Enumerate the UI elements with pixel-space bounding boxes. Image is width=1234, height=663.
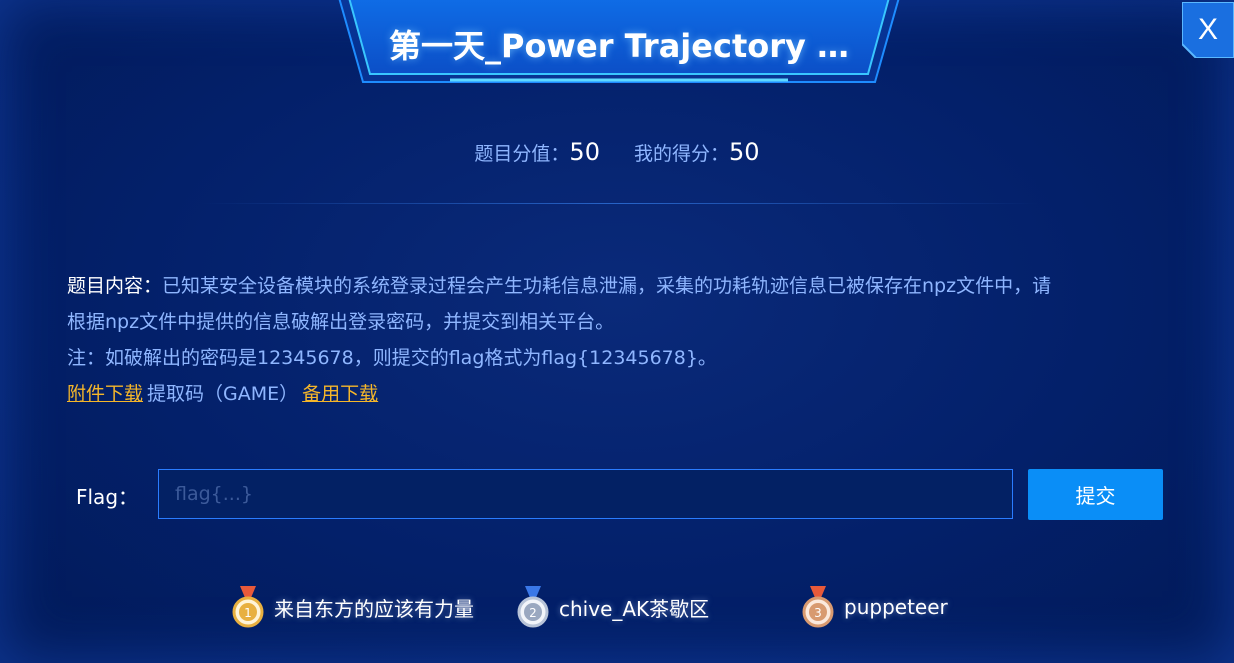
gold-medal-rank: 1 <box>244 606 252 620</box>
format-note: 注：如破解出的密码是12345678，则提交的flag格式为flag{12345… <box>67 347 717 369</box>
download-row: 附件下载 提取码（GAME） 备用下载 <box>67 376 1167 412</box>
submit-button[interactable]: 提交 <box>1028 469 1163 520</box>
flag-label: Flag： <box>76 485 139 509</box>
my-score-value: 50 <box>729 138 760 166</box>
gold-medal-icon: 1 <box>232 586 264 628</box>
challenge-title: 第一天_Power Trajectory … <box>388 27 850 65</box>
attachment-download-link[interactable]: 附件下载 <box>67 383 143 405</box>
description-text-2: 根据npz文件中提供的信息破解出登录密码，并提交到相关平台。 <box>67 311 615 333</box>
close-button[interactable]: X <box>1182 2 1234 58</box>
close-icon: X <box>1197 13 1218 46</box>
divider <box>200 203 1040 204</box>
my-score-label: 我的得分： <box>634 143 730 165</box>
leaderboard-entry-1: 1 来自东方的应该有力量 <box>230 586 474 628</box>
leaderboard-entry-3: 3 puppeteer <box>800 586 948 628</box>
silver-medal-rank: 2 <box>529 606 537 620</box>
description-text-1: 已知某安全设备模块的系统登录过程会产生功耗信息泄漏，采集的功耗轨迹信息已被保存在… <box>162 275 1052 297</box>
score-row: 题目分值：50 我的得分：50 <box>0 138 1234 166</box>
leaderboard-entry-2: 2 chive_AK茶歇区 <box>515 586 709 628</box>
leaderboard-name-1: 来自东方的应该有力量 <box>274 596 474 621</box>
bronze-medal-icon: 3 <box>802 586 834 628</box>
extract-code: 提取码（GAME） <box>147 383 299 405</box>
total-score-label: 题目分值： <box>474 143 570 165</box>
description-line-1: 题目内容：已知某安全设备模块的系统登录过程会产生功耗信息泄漏，采集的功耗轨迹信息… <box>67 268 1167 304</box>
title-banner: 第一天_Power Trajectory … <box>330 0 908 86</box>
total-score-value: 50 <box>569 138 600 166</box>
bronze-medal-rank: 3 <box>814 606 822 620</box>
description-label: 题目内容： <box>67 275 163 297</box>
flag-input[interactable] <box>158 469 1013 519</box>
backup-download-link[interactable]: 备用下载 <box>302 383 378 405</box>
leaderboard-name-3: puppeteer <box>844 595 948 619</box>
challenge-description: 题目内容：已知某安全设备模块的系统登录过程会产生功耗信息泄漏，采集的功耗轨迹信息… <box>67 268 1167 412</box>
silver-medal-icon: 2 <box>517 586 549 628</box>
leaderboard-name-2: chive_AK茶歇区 <box>559 596 710 621</box>
challenge-modal: 第一天_Power Trajectory … X 题目分值：50 我的得分：50… <box>0 0 1234 663</box>
